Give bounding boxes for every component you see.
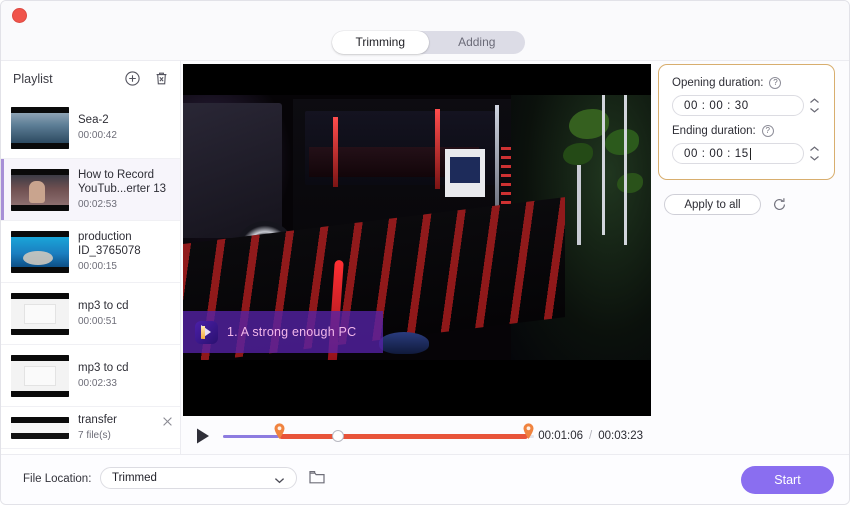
opening-duration-value: 00 : 00 : 30 (684, 99, 749, 112)
trash-icon[interactable] (153, 70, 170, 87)
timeline-scrubber[interactable] (223, 423, 535, 449)
list-item[interactable]: production ID_3765078 00:00:15 (1, 221, 180, 283)
thumbnail (11, 292, 69, 335)
opening-duration-label: Opening duration: (672, 77, 764, 89)
list-item-title: mp3 to cd (78, 299, 129, 312)
timeline-trim-range[interactable] (279, 434, 529, 439)
circle-plus-icon[interactable] (124, 70, 141, 87)
mode-tabs: Trimming Adding (332, 31, 525, 54)
list-item[interactable]: mp3 to cd 00:00:51 (1, 283, 180, 345)
apply-row: Apply to all (664, 194, 787, 215)
ending-duration-label-row: Ending duration: ? (672, 125, 821, 137)
help-icon[interactable]: ? (761, 125, 774, 137)
close-window-button[interactable] (12, 8, 27, 23)
playlist-actions (124, 70, 170, 87)
thumbnail (11, 416, 69, 439)
time-display: 00:01:06 / 00:03:23 (538, 430, 643, 442)
transport-bar: 00:01:06 / 00:03:23 (183, 418, 651, 454)
list-item-title: Sea-2 (78, 113, 109, 126)
list-item-duration: 00:00:51 (78, 316, 117, 328)
list-item-title: mp3 to cd (78, 361, 129, 374)
play-icon[interactable] (189, 423, 215, 449)
list-item-duration: 00:00:42 (78, 130, 117, 142)
tab-adding[interactable]: Adding (429, 31, 526, 54)
help-icon[interactable]: ? (769, 77, 782, 89)
main-body: Playlist Sea-2 00:00:42 How to Record Yo… (1, 60, 849, 457)
ending-duration-row: 00 : 00 : 15 (672, 143, 821, 164)
app-window: Trimming Adding Playlist Sea-2 00:00:42 … (0, 0, 850, 505)
ending-duration-stepper[interactable] (808, 144, 821, 164)
close-icon[interactable] (162, 416, 173, 427)
reset-icon[interactable] (772, 197, 787, 212)
title-bar: Trimming Adding (1, 1, 849, 60)
trim-end-handle[interactable] (523, 423, 534, 439)
thumbnail (11, 168, 69, 211)
thumbnail (11, 230, 69, 273)
ending-duration-label: Ending duration: (672, 125, 756, 137)
playlist-header: Playlist (1, 61, 180, 97)
list-item-filecount: 7 file(s) (78, 430, 111, 442)
list-item[interactable]: transfer 7 file(s) (1, 407, 180, 449)
thumbnail (11, 354, 69, 397)
footer-bar: File Location: Trimmed Start (1, 454, 849, 504)
timeline-pre-segment (223, 435, 280, 438)
caption-text: 1. A strong enough PC (227, 325, 357, 339)
opening-duration-row: 00 : 00 : 30 (672, 95, 821, 116)
video-player[interactable]: 1. A strong enough PC (183, 64, 651, 416)
list-item[interactable]: How to Record YouTub...erter 13 00:02:53 (1, 159, 180, 221)
playlist-panel: Playlist Sea-2 00:00:42 How to Record Yo… (1, 61, 181, 457)
duration-settings-box: Opening duration: ? 00 : 00 : 30 Ending … (658, 64, 835, 180)
playhead-handle[interactable] (332, 430, 345, 442)
file-location-value: Trimmed (112, 472, 157, 484)
start-button[interactable]: Start (741, 466, 834, 494)
playlist-title: Playlist (13, 72, 53, 86)
opening-duration-input[interactable]: 00 : 00 : 30 (672, 95, 804, 116)
text-caret (749, 147, 751, 160)
ending-duration-value: 00 : 00 : 15 (684, 147, 749, 160)
preview-panel: 1. A strong enough PC 00:01:06 / 00:03:2… (181, 61, 655, 457)
opening-duration-stepper[interactable] (808, 96, 821, 116)
folder-icon[interactable] (308, 468, 326, 486)
list-item[interactable]: mp3 to cd 00:02:33 (1, 345, 180, 407)
file-location-select[interactable]: Trimmed (100, 467, 297, 489)
list-item-duration: 00:02:33 (78, 378, 117, 390)
list-item-title: production ID_3765078 (78, 231, 141, 257)
ending-duration-input[interactable]: 00 : 00 : 15 (672, 143, 804, 164)
opening-duration-label-row: Opening duration: ? (672, 77, 821, 89)
current-time: 00:01:06 (538, 430, 584, 442)
list-item-duration: 00:02:53 (78, 199, 117, 210)
apply-to-all-button[interactable]: Apply to all (664, 194, 761, 215)
list-item-title: How to Record YouTub...erter 13 (78, 169, 167, 195)
list-item[interactable]: Sea-2 00:00:42 (1, 97, 180, 159)
list-item-title: transfer (78, 413, 117, 426)
tab-trimming[interactable]: Trimming (332, 31, 429, 54)
video-caption-overlay: 1. A strong enough PC (183, 311, 383, 353)
app-logo-icon (195, 320, 218, 344)
total-time: 00:03:23 (598, 430, 643, 442)
playlist-items[interactable]: Sea-2 00:00:42 How to Record YouTub...er… (1, 97, 180, 457)
settings-panel: Opening duration: ? 00 : 00 : 30 Ending … (655, 61, 849, 457)
list-item-duration: 00:00:15 (78, 261, 117, 272)
thumbnail (11, 106, 69, 149)
trim-start-handle[interactable] (274, 423, 285, 439)
time-separator: / (589, 430, 593, 442)
chevron-down-icon (274, 475, 285, 487)
file-location-label: File Location: (23, 473, 92, 485)
